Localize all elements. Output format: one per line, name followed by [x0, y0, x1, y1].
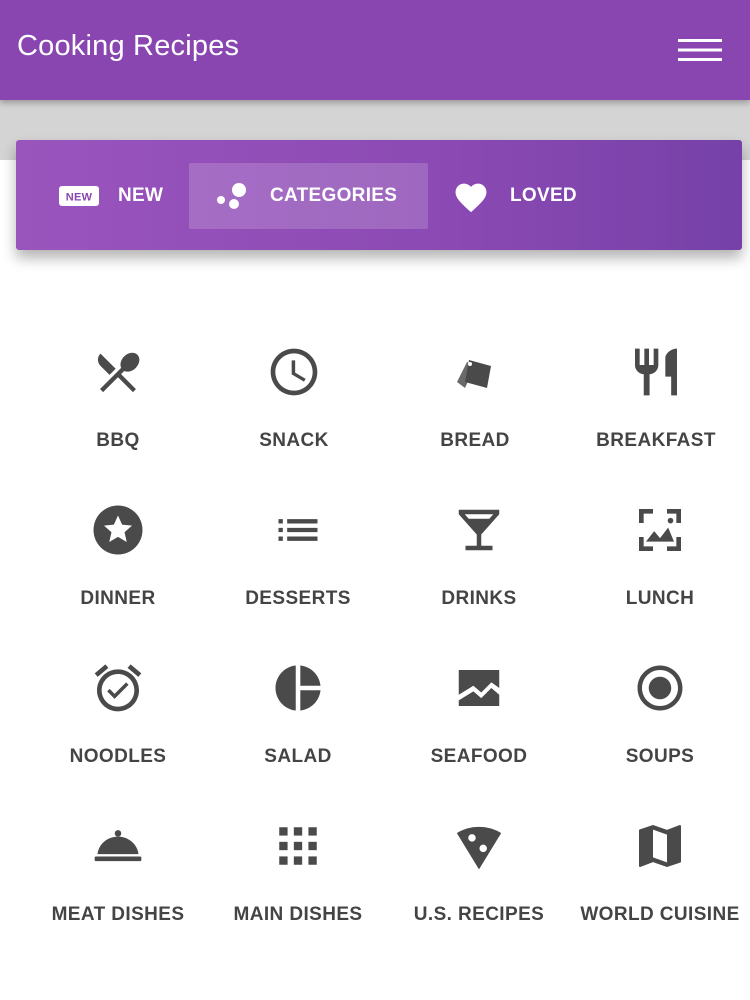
pizza-icon — [449, 816, 509, 876]
category-label: BREAKFAST — [596, 430, 716, 451]
wave-image-icon — [449, 658, 509, 718]
category-dinner[interactable]: DINNER — [28, 500, 208, 617]
list-icon — [268, 500, 328, 560]
category-label: SEAFOOD — [430, 746, 528, 767]
category-bbq[interactable]: BBQ — [28, 342, 208, 459]
tab-categories[interactable]: CATEGORIES — [189, 163, 428, 229]
app-bar: Cooking Recipes — [0, 0, 750, 100]
star-circle-icon — [88, 500, 148, 560]
new-badge-icon: NEW — [58, 184, 100, 208]
hamburger-menu-icon — [678, 39, 722, 61]
photo-frame-icon — [630, 500, 690, 560]
tags-icon — [445, 342, 505, 402]
target-icon — [630, 658, 690, 718]
category-label: SNACK — [259, 430, 329, 451]
pie-segment-icon — [268, 658, 328, 718]
tab-loved[interactable]: LOVED — [451, 163, 611, 229]
category-label: SALAD — [264, 746, 332, 767]
category-label: NOODLES — [69, 746, 167, 767]
cloche-icon — [88, 816, 148, 876]
category-salad[interactable]: SALAD — [208, 658, 388, 775]
category-desserts[interactable]: DESSERTS — [208, 500, 388, 617]
map-icon — [630, 816, 690, 876]
restaurant-icon — [626, 342, 686, 402]
fork-spoon-icon — [88, 342, 148, 402]
tab-new-label: NEW — [118, 185, 164, 206]
apps-grid-icon — [268, 816, 328, 876]
category-meat-dishes[interactable]: MEAT DISHES — [28, 816, 208, 933]
category-soups[interactable]: SOUPS — [570, 658, 750, 775]
category-label: DESSERTS — [245, 588, 351, 609]
category-label: MEAT DISHES — [51, 904, 185, 925]
category-label: BREAD — [440, 430, 510, 451]
heart-icon — [451, 179, 491, 213]
category-breakfast[interactable]: BREAKFAST — [566, 342, 746, 459]
tab-loved-label: LOVED — [510, 185, 577, 206]
category-main-dishes[interactable]: MAIN DISHES — [208, 816, 388, 933]
svg-text:NEW: NEW — [66, 192, 93, 204]
category-label: BBQ — [96, 430, 140, 451]
category-world-cuisine[interactable]: WORLD CUISINE — [570, 816, 750, 933]
bubbles-icon — [213, 181, 249, 211]
category-label: LUNCH — [625, 588, 695, 609]
category-label: DRINKS — [441, 588, 517, 609]
category-label: DINNER — [80, 588, 156, 609]
category-us-recipes[interactable]: U.S. RECIPES — [389, 816, 569, 933]
category-label: MAIN DISHES — [233, 904, 363, 925]
app-title: Cooking Recipes — [17, 30, 240, 62]
category-seafood[interactable]: SEAFOOD — [389, 658, 569, 775]
alarm-check-icon — [88, 658, 148, 718]
category-bread[interactable]: BREAD — [385, 342, 565, 459]
cocktail-icon — [449, 500, 509, 560]
category-label: U.S. RECIPES — [413, 904, 545, 925]
category-noodles[interactable]: NOODLES — [28, 658, 208, 775]
category-drinks[interactable]: DRINKS — [389, 500, 569, 617]
tab-categories-label: CATEGORIES — [270, 185, 398, 206]
clock-icon — [264, 342, 324, 402]
tab-bar: NEW NEW CATEGORIES LOVED — [16, 140, 742, 250]
category-lunch[interactable]: LUNCH — [570, 500, 750, 617]
category-label: SOUPS — [625, 746, 695, 767]
category-snack[interactable]: SNACK — [204, 342, 384, 459]
tab-new[interactable]: NEW NEW — [58, 163, 198, 229]
category-label: WORLD CUISINE — [580, 904, 740, 925]
menu-button[interactable] — [674, 30, 726, 70]
